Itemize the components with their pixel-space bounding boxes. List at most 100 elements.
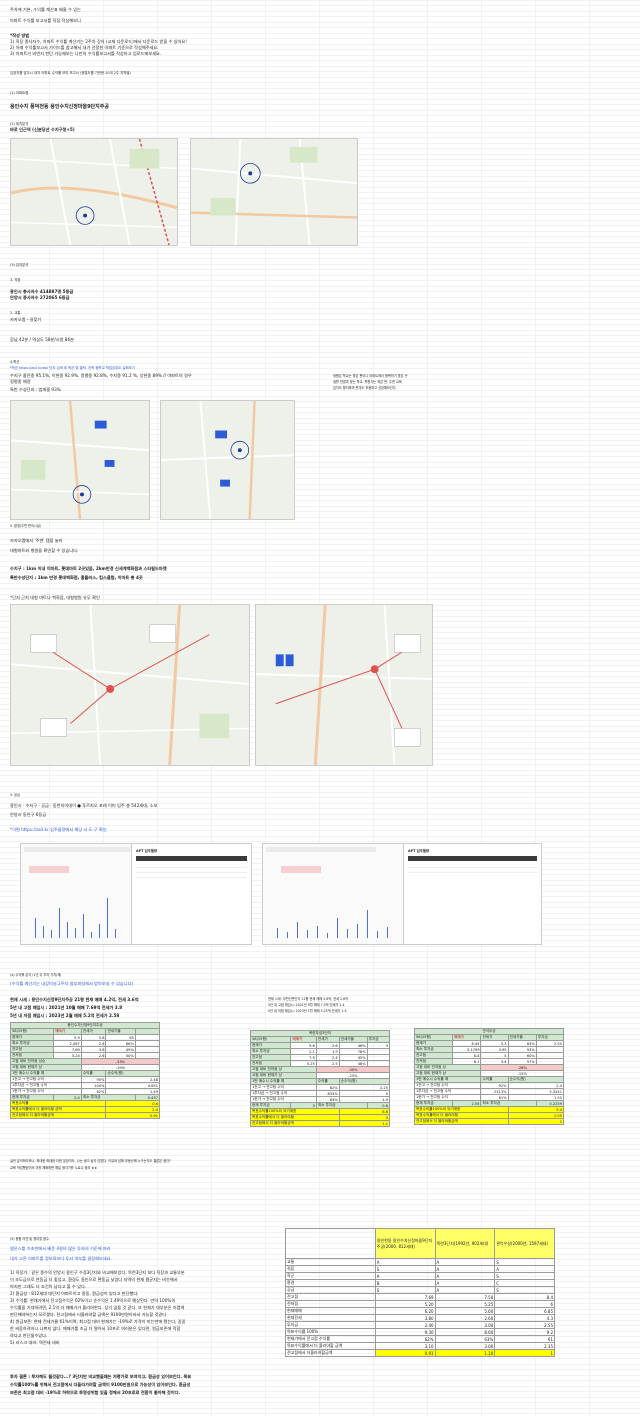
comparison-row: 전고점에서 더올라야할금액 0.91 1.10 1 [285,1349,555,1357]
comparison-cell: 5.20 [374,1300,436,1308]
comparison-cell: 2.35 [494,1342,555,1350]
school-side-2: 생활 반경과 맞는 학교. 학원가는 적은 편. 주변 교육 [333,380,402,384]
comparison-cell: 5.60 [434,1307,496,1315]
comparison-row-label: 현재전세 [285,1314,376,1322]
comparison-row-label: 목표수익률에서 더 올라야할 금액 [285,1342,376,1350]
comparison-cell: 61 [494,1335,555,1343]
rules-note: 임장지를 앞두시 대자 아파트 수익률 보여 보고서 (정렬도를 기반한 20개… [10,71,131,75]
yield-sub: (수익률 계산기는 내강의실 2주차 첨부파일에서 받아보실 수 있습니다) [10,981,134,986]
comparison-cell: S [494,1272,555,1280]
comparison-cell: A [434,1258,496,1266]
comparison-cell: A [434,1265,496,1273]
comparison-table: 용인천동 용인수지신정마을9단지주공(2000, 812세대) 목련3단지(199… [285,1228,555,1357]
location-map-1[interactable] [10,138,178,246]
comparison-cell: 3.80 [374,1314,436,1322]
yield-l1: 현재 시세 : 용인수지신정9단지주공 21평 현재 매매 4.2억, 전세 3… [10,997,139,1002]
location-map-2[interactable] [190,138,358,246]
comparison-cell: 3.00 [434,1321,496,1329]
yield-side-3: 5년 내 저점 매입시: 2023년 1월 매매 5.25억 전세가 2.5 [268,1009,347,1013]
screen-1-title: APT 입주물량 [136,849,158,853]
comparison-cell: B [374,1279,436,1287]
supply-link[interactable]: *이편 https://asil.kr 입주물량에서 해당 시·도·구 확인 [10,827,107,833]
comparison-row: 목표수익률 100% 9.30 8.60 9.2 [285,1328,555,1336]
comparison-cell: S [374,1286,436,1294]
comparison-row-label: 투자금 [285,1321,376,1329]
env-map-2[interactable] [255,604,433,766]
school-link[interactable]: *학군 https://asil.kr/asil 단지 검색 후 학군 탭 클릭… [10,365,135,370]
comparison-cell: A [434,1272,496,1280]
conclusion-p3: 하지만 그래도 더 조건이 남다고 볼 수 있다. [10,1284,87,1289]
section-tag-analysis: (3) 입지분석 [10,263,29,267]
section-tag-job: 3. 직장 [10,278,21,282]
comparison-cell: 2.40 [374,1321,436,1329]
school-map-1[interactable] [10,400,150,520]
supply-l1: 용인시 · 수지구 · 공급 · 동천지이데이 ● 푸르지오 포레 이미 입주 … [10,803,158,808]
comparison-cell: 2.60 [434,1314,496,1322]
conclusion-p4: 2) 환금성 : 812세대 대단지 아파트이고 중동, 환금성이 있다고 판단… [10,1291,139,1296]
screen-2-title: APT 입주물량 [408,849,430,853]
section-tag-apt: (1) 아파트명 [10,91,29,95]
env-l5: *단지 근처 대형 마트나 백화점, 대형병원 유무 확인 [10,595,100,600]
comparison-cell: A [374,1272,436,1280]
comparison-row-label: 현재가에서 전고점 수익률 [285,1335,376,1343]
comparison-row: 투자금 2.40 3.00 2.55 [285,1321,555,1329]
comparison-cell: 63% [434,1335,496,1343]
conclusion-p8: 4) 원금보존: 현재 전세가율 61%이며, 최고점 대비 현재가는 -19%… [10,1319,186,1324]
section-tag-conclusion: (5) 종합 의견 및 정리할 점수 [10,1237,49,1241]
comparison-cell: C [494,1279,555,1287]
conclusion-p2: 이 조도급으로 연동급 더 좋았고, 환경도 용인으로 편동급 낫었다 지역의 … [10,1277,178,1282]
comparison-row-label: 교통 [285,1258,376,1266]
conclusion-c2: 수익률100%를 위해서 전고점에서 더올라가야할 금액이 9100만원으로 가… [10,1382,191,1387]
comparison-cell: 0.91 [374,1349,436,1357]
comparison-cell: 1 [494,1349,555,1357]
conclusion-p5: 3) 수익률: 현재가에서 전고점수익은 62%이고 순수익은 1.49억으로 … [10,1298,176,1303]
comparison-cell: 4.3 [494,1314,555,1322]
comparison-row-label: 학군 [285,1272,376,1280]
env-map-1[interactable] [10,604,250,766]
comparison-row-label: 전고점 [285,1293,376,1301]
supply-l2: 안양시 동안구 6등급 [10,812,47,817]
conclusion-h2: 내가 고른 아파트를 정보화보다 투자 여부를 결정해보세요. [10,1256,112,1261]
header-line-1: 주차에 기본, 수익률 계산표 배울 수 있는 [10,7,81,12]
supply-screenshot-1: APT 입주물량 [20,843,252,945]
conclusion-c3: 보존은 최고점 대비 -19%로 하락으로 투명성위험 있을 정해서 20프로로… [10,1390,181,1395]
comparison-row-label: 전고점에서 더올라야할금액 [285,1349,376,1357]
env-l2: 대형마트와 병원을 확인할 수 있습니다. [10,548,79,553]
env-l1: 카카오맵에서 '주변' 탭을 눌러 [10,538,63,543]
yield-side-1: 현재 시세: 부천신만단지 21평 현재 매매 5.6억, 전세 2.6억 [268,997,349,1001]
yield-table-yongin: 용인수지신정9단지주공 58(25평) 매매가 전세가 전세가율 현재가 5.9 3.8 6… [9,1022,161,1119]
yield-table-gwanak: 관악우성 58(25평) 매매가 전세가 전세가율 투자금 현재가 8.45 5.3 63% 2… [413,1028,565,1125]
school-side-3: 입지도 평이하며 편의도 조용하고 성장해보인다 [333,386,396,390]
section-tag-school: 4.학군 [10,360,20,364]
comparison-row-label: 전저점 [285,1300,376,1308]
comparison-cell: 3.10 [374,1342,436,1350]
comparison-cell: 7.69 [374,1293,436,1301]
yield-table-mokryeon: 목련우성3단지 58(25평) 매매가 전세가 전세가율 투자금 현재가 5.6 2.6 46… [249,1030,391,1127]
section-tag-supply: 5. 공급 [10,793,20,797]
comparison-cell: 62% [374,1335,436,1343]
conclusion-p7: 판단해야하는지 모르겠다. 전고점에서 더올라야할 금액은 9100만원이라서 … [10,1312,167,1317]
yield-side-2: 5년 내 고점 매입시: 2021년 9월 매매 7.5억 전세가 2.4 [268,1003,345,1007]
conclusion-p6: 수익률을 기대하려면, 2.1억 더 매매가가 올라야한다. 성기 않을 것 같… [10,1305,185,1310]
school-l1: 수지구 졸진중 95.1%, 이현중 92.9%, 정평중 92.8%, 수지중… [10,373,192,378]
job-anyang: 안양시 종사자수 272065 6등급 [10,295,70,300]
comparison-cell: 9.2 [494,1328,555,1336]
comparison-cell: 7.50 [434,1293,496,1301]
school-map-2[interactable] [160,400,295,520]
location-line: 바로 인근역 (신분당선 수지구청+5) [10,127,75,132]
comparison-cell: 2.55 [494,1321,555,1329]
comparison-row-label: 공급 [285,1286,376,1294]
conclusion-p11: 5) 리스크 대비: 역전세 대비 [10,1340,60,1345]
school-side-1: 정평은 학교는 좋은 편이나 아파트에서 왕복하기 좋은 곳 [333,374,408,378]
section-tag-location: (2) 위치분석 [10,122,29,126]
yield-l3: 5년 내 저점 매입시 : 2023년 2월 매매 5.2억 전세가 2.58 [10,1013,120,1018]
comparison-cell: 9.30 [374,1328,436,1336]
comparison-row: 현재가에서 전고점 수익률 62% 63% 61 [285,1335,555,1343]
yield-l2: 5년 내 고점 매입시 : 2021년 10월 매매 7.69억 전세가 3.8 [10,1005,123,1010]
conclusion-p9: 한 싸움하려하니 나쁘지 않다. 매매가를 조금 더 떨어서 10프로 여러분은… [10,1326,181,1331]
comparison-cell: 1.10 [434,1349,496,1357]
env-l3: 수지구 : 1km 이내 이마트, 롯데마트 2곳있음, 2km반경 신세계백화… [10,566,167,571]
comparison-row-label: 환경 [285,1279,376,1287]
comparison-row-label: 현재매매 [285,1307,376,1315]
comparison-cell: 3.00 [434,1342,496,1350]
